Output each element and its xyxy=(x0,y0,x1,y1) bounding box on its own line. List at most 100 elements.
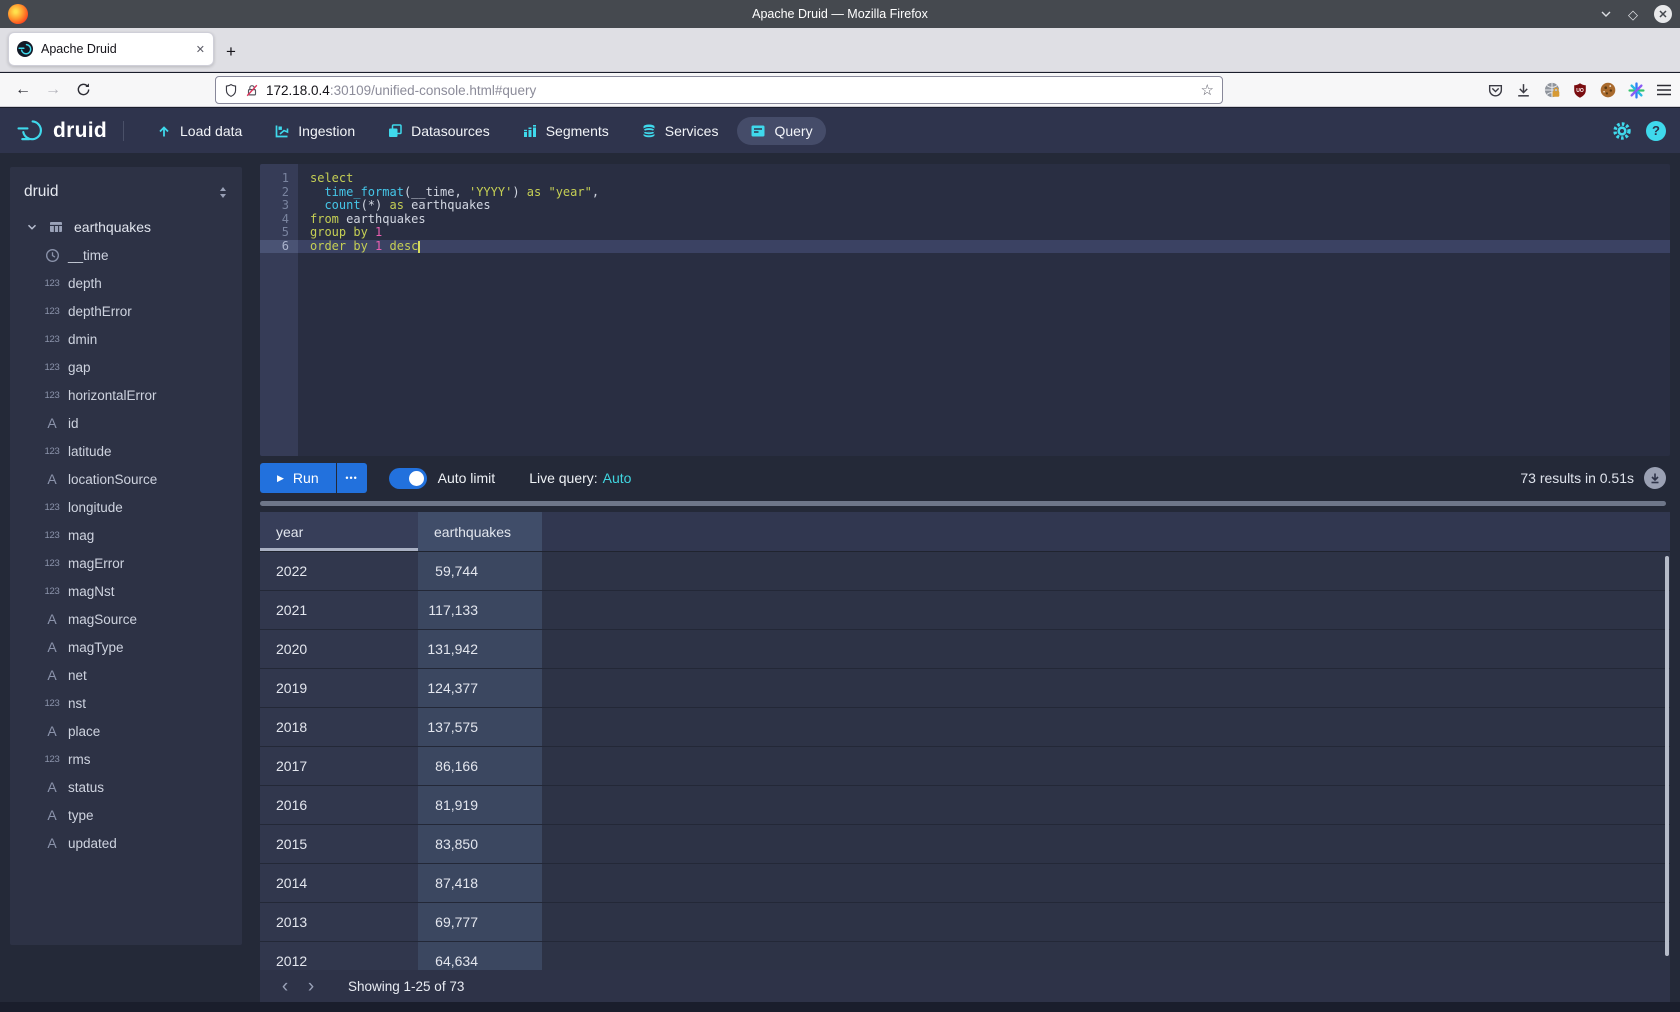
cell-earthquakes[interactable]: 131,942 xyxy=(418,630,542,669)
horizontal-scrollbar[interactable] xyxy=(260,500,1670,508)
ublock-shield-icon[interactable]: UO xyxy=(1572,82,1588,99)
settings-gear-icon[interactable] xyxy=(1612,121,1632,141)
auto-limit-toggle[interactable] xyxy=(389,468,427,489)
column-name: id xyxy=(68,416,79,431)
nav-item-query[interactable]: Query xyxy=(737,117,825,145)
horizontal-scrollbar-thumb[interactable] xyxy=(260,501,1666,506)
sidebar-column-depth[interactable]: 123depth xyxy=(10,269,242,297)
nav-item-ingestion[interactable]: Ingestion xyxy=(261,117,368,145)
sidebar-column-id[interactable]: Aid xyxy=(10,409,242,437)
url-text[interactable]: 172.18.0.4:30109/unified-console.html#qu… xyxy=(266,83,1194,98)
browser-tab[interactable]: Apache Druid ✕ xyxy=(8,32,214,66)
prev-page-button[interactable]: ‹ xyxy=(272,977,298,996)
menu-hamburger-icon[interactable] xyxy=(1656,83,1672,97)
window-maximize-icon[interactable]: ◇ xyxy=(1628,8,1638,21)
cell-year[interactable]: 2018 xyxy=(260,708,418,747)
colorful-asterisk-extension-icon[interactable] xyxy=(1628,82,1645,99)
cell-earthquakes[interactable]: 64,634 xyxy=(418,942,542,970)
nav-item-load-data[interactable]: Load data xyxy=(143,117,255,145)
code-line[interactable]: from earthquakes xyxy=(298,213,1670,227)
code-line[interactable]: group by 1 xyxy=(298,226,1670,240)
sidebar-column-depthError[interactable]: 123depthError xyxy=(10,297,242,325)
sidebar-column-mag[interactable]: 123mag xyxy=(10,521,242,549)
chevron-down-icon[interactable] xyxy=(20,220,44,234)
sidebar-column-magNst[interactable]: 123magNst xyxy=(10,577,242,605)
code-line[interactable]: count(*) as earthquakes xyxy=(298,199,1670,213)
cell-earthquakes[interactable]: 69,777 xyxy=(418,903,542,942)
help-icon[interactable]: ? xyxy=(1646,121,1666,141)
sidebar-column-net[interactable]: Anet xyxy=(10,661,242,689)
downloads-icon[interactable] xyxy=(1515,82,1532,99)
cell-earthquakes[interactable]: 81,919 xyxy=(418,786,542,825)
cell-year[interactable]: 2015 xyxy=(260,825,418,864)
code-line[interactable]: order by 1 desc xyxy=(298,240,1670,254)
sidebar-column-dmin[interactable]: 123dmin xyxy=(10,325,242,353)
cell-earthquakes[interactable]: 117,133 xyxy=(418,591,542,630)
insecure-lock-icon[interactable] xyxy=(245,83,259,98)
sidebar-column-longitude[interactable]: 123longitude xyxy=(10,493,242,521)
cell-year[interactable]: 2012 xyxy=(260,942,418,970)
cell-year[interactable]: 2014 xyxy=(260,864,418,903)
sql-editor[interactable]: 123456 select time_format(__time, 'YYYY'… xyxy=(260,164,1670,456)
sidebar-item-earthquakes-table[interactable]: earthquakes xyxy=(10,213,242,241)
run-more-button[interactable]: ••• xyxy=(337,463,367,493)
sidebar-column-updated[interactable]: Aupdated xyxy=(10,829,242,857)
cell-year[interactable]: 2022 xyxy=(260,552,418,591)
sort-columns-icon[interactable] xyxy=(216,185,230,200)
column-header-year[interactable]: year xyxy=(260,512,418,552)
nav-item-services[interactable]: Services xyxy=(628,117,732,145)
forward-button[interactable]: → xyxy=(38,81,68,99)
tracking-shield-icon[interactable] xyxy=(224,83,238,98)
sidebar-column-latitude[interactable]: 123latitude xyxy=(10,437,242,465)
nav-item-datasources[interactable]: Datasources xyxy=(374,117,503,145)
sidebar-column-locationSource[interactable]: AlocationSource xyxy=(10,465,242,493)
cell-earthquakes[interactable]: 86,166 xyxy=(418,747,542,786)
sidebar-column-nst[interactable]: 123nst xyxy=(10,689,242,717)
tab-close-icon[interactable]: ✕ xyxy=(196,43,205,56)
sidebar-column-type[interactable]: Atype xyxy=(10,801,242,829)
window-minimize-icon[interactable] xyxy=(1600,8,1612,20)
cell-year[interactable]: 2019 xyxy=(260,669,418,708)
cell-earthquakes[interactable]: 124,377 xyxy=(418,669,542,708)
cell-earthquakes[interactable]: 87,418 xyxy=(418,864,542,903)
sidebar-column-gap[interactable]: 123gap xyxy=(10,353,242,381)
druid-logo[interactable]: druid xyxy=(16,118,107,144)
bookmark-star-icon[interactable]: ☆ xyxy=(1201,81,1214,99)
code-line[interactable]: time_format(__time, 'YYYY') as "year", xyxy=(298,186,1670,200)
next-page-button[interactable]: › xyxy=(298,977,324,996)
cell-year[interactable]: 2021 xyxy=(260,591,418,630)
cell-year[interactable]: 2017 xyxy=(260,747,418,786)
column-name: magSource xyxy=(68,612,137,627)
cookie-icon[interactable] xyxy=(1599,81,1617,99)
code-line[interactable]: select xyxy=(298,172,1670,186)
new-tab-button[interactable]: + xyxy=(226,42,236,62)
column-name: horizontalError xyxy=(68,388,157,403)
live-query-value[interactable]: Auto xyxy=(603,470,632,486)
sidebar-column-rms[interactable]: 123rms xyxy=(10,745,242,773)
reload-button[interactable] xyxy=(68,82,98,97)
run-button[interactable]: ▶ Run xyxy=(260,463,336,493)
nav-item-segments[interactable]: Segments xyxy=(509,117,622,145)
sidebar-column-place[interactable]: Aplace xyxy=(10,717,242,745)
cell-year[interactable]: 2013 xyxy=(260,903,418,942)
sidebar-column-magSource[interactable]: AmagSource xyxy=(10,605,242,633)
editor-code[interactable]: select time_format(__time, 'YYYY') as "y… xyxy=(298,164,1670,456)
extension-globe-lock-icon[interactable] xyxy=(1543,81,1561,99)
vertical-scrollbar-thumb[interactable] xyxy=(1665,556,1669,956)
pocket-icon[interactable] xyxy=(1487,82,1504,99)
cell-earthquakes[interactable]: 59,744 xyxy=(418,552,542,591)
cell-earthquakes[interactable]: 83,850 xyxy=(418,825,542,864)
sidebar-column-magError[interactable]: 123magError xyxy=(10,549,242,577)
cell-earthquakes[interactable]: 137,575 xyxy=(418,708,542,747)
sidebar-column-__time[interactable]: __time xyxy=(10,241,242,269)
sidebar-column-status[interactable]: Astatus xyxy=(10,773,242,801)
url-bar[interactable]: 172.18.0.4:30109/unified-console.html#qu… xyxy=(215,76,1223,104)
sidebar-column-magType[interactable]: AmagType xyxy=(10,633,242,661)
cell-year[interactable]: 2016 xyxy=(260,786,418,825)
back-button[interactable]: ← xyxy=(8,81,38,99)
column-header-earthquakes[interactable]: earthquakes xyxy=(418,512,542,552)
download-results-button[interactable] xyxy=(1644,467,1666,489)
cell-year[interactable]: 2020 xyxy=(260,630,418,669)
window-close-icon[interactable]: ✕ xyxy=(1654,5,1672,23)
sidebar-column-horizontalError[interactable]: 123horizontalError xyxy=(10,381,242,409)
